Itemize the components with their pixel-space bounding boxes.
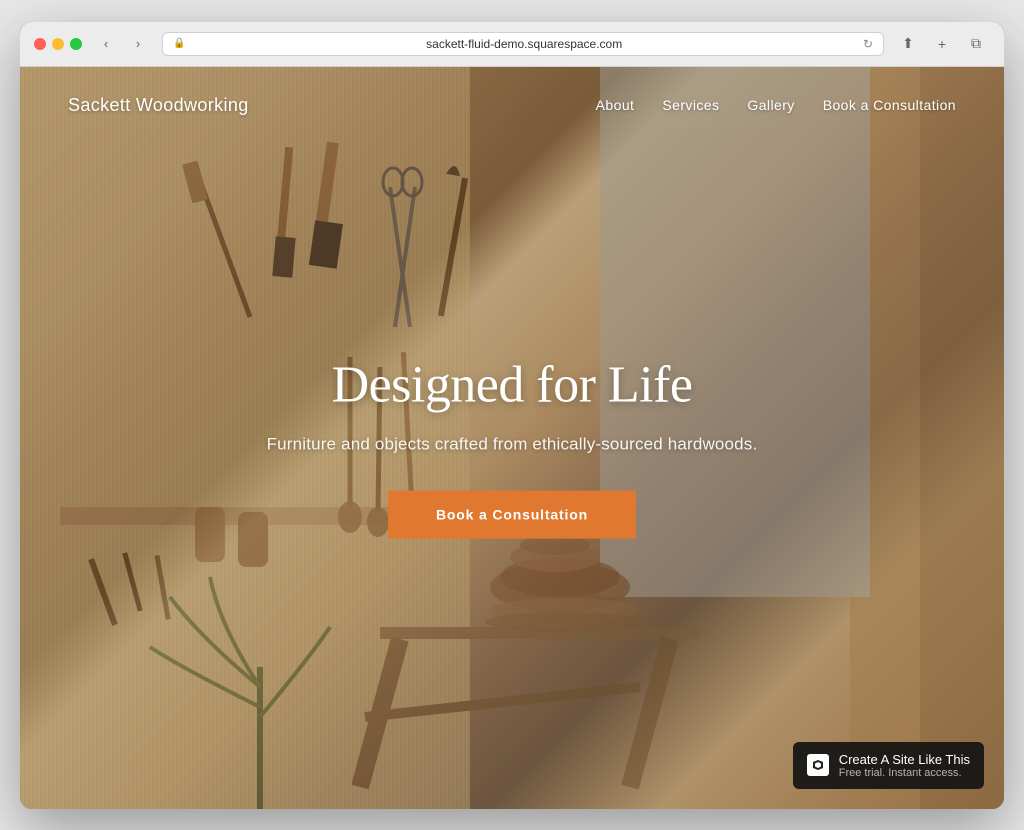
- close-button[interactable]: [34, 38, 46, 50]
- browser-window: ‹ › 🔒 sackett-fluid-demo.squarespace.com…: [20, 22, 1004, 809]
- squarespace-badge[interactable]: Create A Site Like This Free trial. Inst…: [793, 742, 984, 789]
- browser-actions: ⬆ + ⧉: [894, 33, 990, 55]
- minimize-button[interactable]: [52, 38, 64, 50]
- hero-cta-button[interactable]: Book a Consultation: [388, 490, 636, 538]
- back-icon: ‹: [104, 36, 108, 51]
- nav-links: About Services Gallery Book a Consultati…: [596, 97, 956, 113]
- browser-nav: ‹ ›: [92, 33, 152, 55]
- share-icon: ⬆: [902, 35, 914, 52]
- refresh-icon[interactable]: ↻: [863, 37, 873, 51]
- badge-title: Create A Site Like This: [839, 752, 970, 767]
- back-button[interactable]: ‹: [92, 33, 120, 55]
- squarespace-logo: [807, 754, 829, 776]
- badge-text: Create A Site Like This Free trial. Inst…: [839, 752, 970, 779]
- tab-overview-button[interactable]: ⧉: [962, 33, 990, 55]
- traffic-lights: [34, 38, 82, 50]
- website-viewport: Sackett Woodworking About Services Galle…: [20, 67, 1004, 809]
- hero-title: Designed for Life: [332, 355, 693, 414]
- badge-subtitle: Free trial. Instant access.: [839, 767, 970, 779]
- site-navigation: Sackett Woodworking About Services Galle…: [20, 67, 1004, 144]
- nav-services[interactable]: Services: [662, 97, 719, 113]
- url-text: sackett-fluid-demo.squarespace.com: [191, 37, 856, 51]
- new-tab-button[interactable]: +: [928, 33, 956, 55]
- share-button[interactable]: ⬆: [894, 33, 922, 55]
- address-bar[interactable]: 🔒 sackett-fluid-demo.squarespace.com ↻: [162, 32, 884, 56]
- fullscreen-button[interactable]: [70, 38, 82, 50]
- forward-button[interactable]: ›: [124, 33, 152, 55]
- lock-icon: 🔒: [173, 38, 185, 49]
- hero-subtitle: Furniture and objects crafted from ethic…: [267, 434, 758, 454]
- nav-gallery[interactable]: Gallery: [747, 97, 794, 113]
- nav-about[interactable]: About: [596, 97, 635, 113]
- forward-icon: ›: [136, 36, 140, 51]
- browser-chrome: ‹ › 🔒 sackett-fluid-demo.squarespace.com…: [20, 22, 1004, 67]
- site-logo[interactable]: Sackett Woodworking: [68, 95, 249, 116]
- tabs-icon: ⧉: [971, 35, 981, 52]
- hero-content: Designed for Life Furniture and objects …: [20, 355, 1004, 538]
- nav-book-consultation[interactable]: Book a Consultation: [823, 97, 956, 113]
- plus-icon: +: [938, 36, 946, 52]
